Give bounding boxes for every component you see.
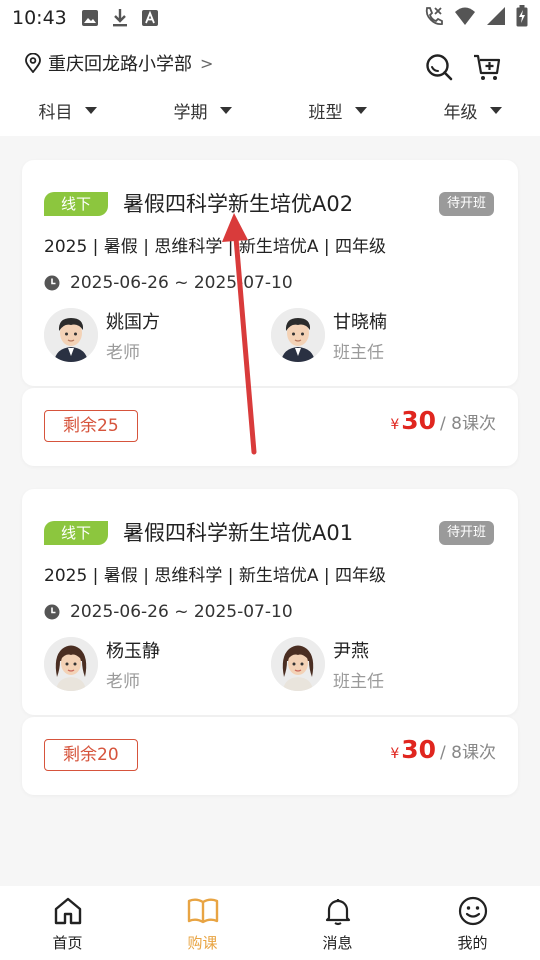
- head-teacher: 尹燕 班主任: [271, 637, 471, 693]
- price: ¥ 30 / 8课次: [390, 735, 496, 764]
- price-currency: ¥: [390, 417, 400, 433]
- caret-down-icon: [489, 106, 502, 114]
- nav-me[interactable]: 我的: [405, 886, 540, 960]
- location-selector[interactable]: 重庆回龙路小学部 >: [24, 50, 213, 76]
- filter-class-type[interactable]: 班型: [270, 94, 405, 126]
- nav-home[interactable]: 首页: [0, 886, 135, 960]
- price-value: 30: [401, 735, 437, 764]
- filter-subject[interactable]: 科目: [0, 94, 135, 126]
- nav-label: 购课: [187, 934, 218, 952]
- location-pin-icon: [24, 53, 42, 73]
- filter-label: 年级: [443, 102, 478, 123]
- head-teacher: 甘晓楠 班主任: [271, 308, 471, 364]
- date-range: 2025-06-26 ~ 2025-07-10: [70, 273, 293, 293]
- filter-grade[interactable]: 年级: [405, 94, 540, 126]
- remaining-seats: 剩余25: [44, 410, 138, 442]
- cart-icon[interactable]: [472, 52, 502, 82]
- head-teacher-name: 甘晓楠: [333, 312, 387, 333]
- status-badge: 待开班: [438, 521, 494, 545]
- status-bar: 10:43: [0, 0, 540, 36]
- teacher: 杨玉静 老师: [44, 637, 244, 693]
- male-avatar-icon: [271, 308, 325, 362]
- female-avatar-icon: [44, 637, 98, 691]
- price-unit: / 8课次: [440, 414, 496, 434]
- teacher-role: 老师: [106, 343, 140, 363]
- book-icon: [187, 896, 219, 930]
- filter-term[interactable]: 学期: [135, 94, 270, 126]
- date-row: 2025-06-26 ~ 2025-07-10: [44, 602, 293, 622]
- course-meta: 2025 | 暑假 | 思维科学 | 新生培优A | 四年级: [44, 566, 387, 586]
- bell-icon: [323, 896, 353, 930]
- status-badge: 待开班: [438, 192, 494, 216]
- status-time: 10:43: [12, 7, 67, 29]
- nav-label: 消息: [322, 934, 353, 952]
- home-icon: [53, 896, 83, 930]
- date-range: 2025-06-26 ~ 2025-07-10: [70, 602, 293, 622]
- offline-tag: 线下: [44, 521, 108, 545]
- filter-label: 学期: [173, 102, 208, 123]
- image-icon: [81, 9, 99, 27]
- course-title: 暑假四科学新生培优A01: [123, 521, 354, 545]
- annotation-arrow: [222, 213, 257, 455]
- smile-icon: [458, 896, 488, 930]
- nav-messages[interactable]: 消息: [270, 886, 405, 960]
- price-unit: / 8课次: [440, 743, 496, 763]
- location-label: 重庆回龙路小学部: [48, 54, 192, 75]
- caret-down-icon: [354, 106, 367, 114]
- teacher-name: 姚国方: [106, 312, 160, 333]
- call-icon: [422, 5, 444, 31]
- teacher-role: 老师: [106, 672, 140, 692]
- course-card-info[interactable]: 线下 暑假四科学新生培优A01 待开班 2025 | 暑假 | 思维科学 | 新…: [22, 489, 518, 715]
- battery-icon: [516, 5, 528, 31]
- filter-bar: 科目 学期 班型 年级: [0, 94, 540, 126]
- chevron-right-icon: >: [200, 53, 214, 73]
- female-avatar-icon: [271, 637, 325, 691]
- caret-down-icon: [219, 106, 232, 114]
- download-icon: [111, 8, 129, 28]
- course-card-info[interactable]: 线下 暑假四科学新生培优A02 待开班 2025 | 暑假 | 思维科学 | 新…: [22, 160, 518, 386]
- wifi-icon: [454, 6, 476, 30]
- head-teacher-name: 尹燕: [333, 641, 369, 662]
- course-meta: 2025 | 暑假 | 思维科学 | 新生培优A | 四年级: [44, 237, 387, 257]
- caret-down-icon: [84, 106, 97, 114]
- price-value: 30: [401, 406, 437, 435]
- clock-icon: [44, 604, 60, 620]
- signal-icon: [486, 6, 506, 30]
- clock-icon: [44, 275, 60, 291]
- nav-label: 我的: [457, 934, 488, 952]
- nav-label: 首页: [52, 934, 83, 952]
- head-teacher-role: 班主任: [333, 343, 384, 363]
- head-teacher-role: 班主任: [333, 672, 384, 692]
- male-avatar-icon: [44, 308, 98, 362]
- course-card-footer[interactable]: 剩余20 ¥ 30 / 8课次: [22, 717, 518, 795]
- search-icon[interactable]: [424, 52, 454, 82]
- course-title: 暑假四科学新生培优A02: [123, 192, 354, 216]
- date-row: 2025-06-26 ~ 2025-07-10: [44, 273, 293, 293]
- filter-label: 科目: [38, 102, 73, 123]
- font-icon: [141, 9, 159, 27]
- price: ¥ 30 / 8课次: [390, 406, 496, 435]
- course-card-footer[interactable]: 剩余25 ¥ 30 / 8课次: [22, 388, 518, 466]
- offline-tag: 线下: [44, 192, 108, 216]
- filter-label: 班型: [308, 102, 343, 123]
- header: 重庆回龙路小学部 > 科目 学期 班型 年级: [0, 36, 540, 136]
- teacher: 姚国方 老师: [44, 308, 244, 364]
- teacher-name: 杨玉静: [106, 641, 160, 662]
- remaining-seats: 剩余20: [44, 739, 138, 771]
- nav-buy-course[interactable]: 购课: [135, 886, 270, 960]
- bottom-nav: 首页 购课 消息 我的: [0, 886, 540, 960]
- price-currency: ¥: [390, 746, 400, 762]
